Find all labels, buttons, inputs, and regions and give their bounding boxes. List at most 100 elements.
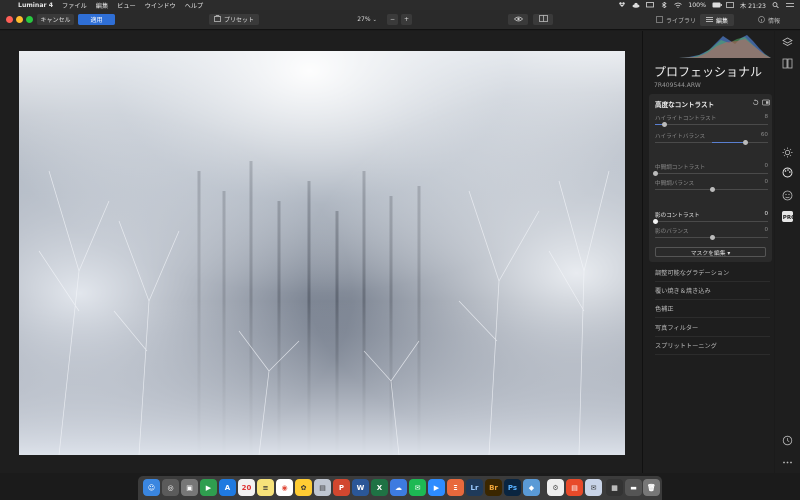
photoshop-icon[interactable]: Ps (504, 479, 521, 496)
tool-color-correction[interactable]: 色補正 (655, 300, 770, 318)
tab-library-label: ライブラリ (666, 17, 697, 25)
slider-handle[interactable] (653, 171, 658, 176)
wifi-icon[interactable] (674, 2, 683, 8)
line-icon[interactable]: ✉ (409, 479, 426, 496)
zoom-level-dropdown[interactable]: 27% ⌄ (354, 14, 380, 25)
battery-icon[interactable] (712, 2, 722, 8)
tab-info-label: 情報 (768, 17, 781, 25)
reset-icon[interactable] (752, 99, 759, 108)
finder-icon[interactable]: ☺ (143, 479, 160, 496)
menu-view[interactable]: ビュー (117, 1, 136, 10)
palette-icon[interactable] (782, 167, 793, 178)
excel-icon[interactable]: X (371, 479, 388, 496)
cloud-app-icon[interactable]: ☁ (390, 479, 407, 496)
layers-icon[interactable] (782, 37, 793, 48)
preview-icon[interactable]: ▤ (314, 479, 331, 496)
tool-photo-filter[interactable]: 写真フィルター (655, 319, 770, 337)
window-minimize-button[interactable] (16, 16, 23, 23)
slider-midtone-balance[interactable]: 中間調バランス 0 (655, 179, 768, 195)
slider-label: 中間調バランス (655, 181, 695, 187)
more-options-icon[interactable] (782, 457, 793, 468)
slider-midtone-contrast[interactable]: 中間調コントラスト 0 (653, 163, 768, 179)
slider-label: ハイライトバランス (655, 134, 706, 140)
davinci-icon[interactable]: ✿ (295, 479, 312, 496)
facetime-icon[interactable]: ▶ (200, 479, 217, 496)
window-close-button[interactable] (6, 16, 13, 23)
visibility-toggle-icon[interactable] (762, 99, 770, 108)
affinity-icon[interactable]: ◆ (523, 479, 540, 496)
slider-handle[interactable] (653, 219, 658, 224)
slider-track[interactable] (655, 124, 768, 125)
slider-value: 0 (764, 211, 768, 217)
slider-handle[interactable] (710, 235, 715, 240)
tab-edit-label: 編集 (716, 17, 729, 25)
word-icon[interactable]: W (352, 479, 369, 496)
system-preferences-icon[interactable]: ⚙ (547, 479, 564, 496)
launchpad-icon[interactable]: ◎ (162, 479, 179, 496)
preview-toggle-button[interactable] (508, 14, 528, 25)
tab-edit[interactable]: 編集 (700, 14, 735, 26)
tool-title[interactable]: 高度なコントラスト (655, 99, 714, 109)
menu-app-name[interactable]: Luminar 4 (18, 2, 53, 9)
image-canvas[interactable] (0, 31, 642, 473)
tool-split-toning[interactable]: スプリットトーニング (655, 337, 770, 355)
menu-file[interactable]: ファイル (62, 1, 87, 10)
preset-title: プロフェッショナル (654, 65, 763, 79)
pro-tools-icon[interactable]: PRO (782, 211, 796, 222)
slider-track[interactable] (655, 173, 768, 174)
window-zoom-button[interactable] (26, 16, 33, 23)
slider-handle[interactable] (662, 122, 667, 127)
zoom-app-icon[interactable]: ▶ (428, 479, 445, 496)
powerpoint-icon[interactable]: P (333, 479, 350, 496)
histogram (679, 33, 771, 58)
compare-button[interactable] (533, 14, 553, 25)
bridge-icon[interactable]: Br (485, 479, 502, 496)
tab-info[interactable]: 情報 (752, 14, 786, 26)
downloads-stack-icon[interactable]: ▦ (606, 479, 623, 496)
screen-icon[interactable] (646, 2, 655, 8)
mail-icon[interactable]: ✉ (585, 479, 602, 496)
dropbox-icon[interactable] (618, 2, 626, 8)
clock[interactable]: 木 21:23 (740, 1, 766, 10)
slider-highlight-balance[interactable]: ハイライトバランス 60 (655, 132, 768, 148)
slider-handle[interactable] (743, 140, 748, 145)
slider-handle[interactable] (710, 187, 715, 192)
cancel-button[interactable]: キャンセル (37, 14, 74, 25)
zoom-out-button[interactable]: − (387, 14, 398, 25)
calendar-icon[interactable]: 20 (238, 479, 255, 496)
keyboard-icon[interactable] (726, 2, 734, 8)
menu-edit[interactable]: 編集 (96, 1, 108, 10)
edit-mask-button[interactable]: マスクを編集 ▾ (655, 247, 766, 257)
apply-button[interactable]: 適用 (78, 14, 115, 25)
app-store-icon[interactable]: A (219, 479, 236, 496)
control-center-icon[interactable] (786, 2, 794, 8)
cloud-icon[interactable] (632, 2, 640, 8)
slider-track[interactable] (655, 221, 768, 222)
portrait-face-icon[interactable] (782, 190, 793, 201)
slider-shadow-contrast[interactable]: 影のコントラスト 0 (653, 211, 768, 227)
bluetooth-icon[interactable] (660, 1, 668, 9)
screenshot-stack-icon[interactable]: ▬ (625, 479, 642, 496)
tool-adjustable-gradient[interactable]: 調整可能なグラデーション (655, 264, 770, 282)
tool-dodge-and-burn[interactable]: 覆い焼き＆焼き込み (655, 282, 770, 300)
presets-button[interactable]: プリセット (209, 14, 259, 25)
notes-icon[interactable]: ≡ (257, 479, 274, 496)
battery-percent: 100% (688, 1, 706, 9)
menu-window[interactable]: ウインドウ (145, 1, 176, 10)
canvas-icon[interactable] (782, 58, 793, 69)
search-icon[interactable] (772, 2, 780, 9)
menu-help[interactable]: ヘルプ (185, 1, 204, 10)
luminar-icon[interactable]: Ξ (447, 479, 464, 496)
trash-icon[interactable]: 🗑 (643, 479, 660, 496)
airdrop-icon[interactable]: ▤ (566, 479, 583, 496)
slider-shadow-balance[interactable]: 影のバランス 0 (655, 227, 768, 243)
tab-library[interactable]: ライブラリ (650, 14, 702, 26)
history-icon[interactable] (782, 435, 793, 446)
photo-app-icon[interactable]: ▣ (181, 479, 198, 496)
chrome-icon[interactable]: ◉ (276, 479, 293, 496)
zoom-in-button[interactable]: + (401, 14, 412, 25)
slider-highlight-contrast[interactable]: ハイライトコントラスト 8 (655, 114, 768, 130)
sun-icon[interactable] (782, 147, 793, 158)
photo-preview[interactable] (19, 51, 625, 455)
lightroom-icon[interactable]: Lr (466, 479, 483, 496)
